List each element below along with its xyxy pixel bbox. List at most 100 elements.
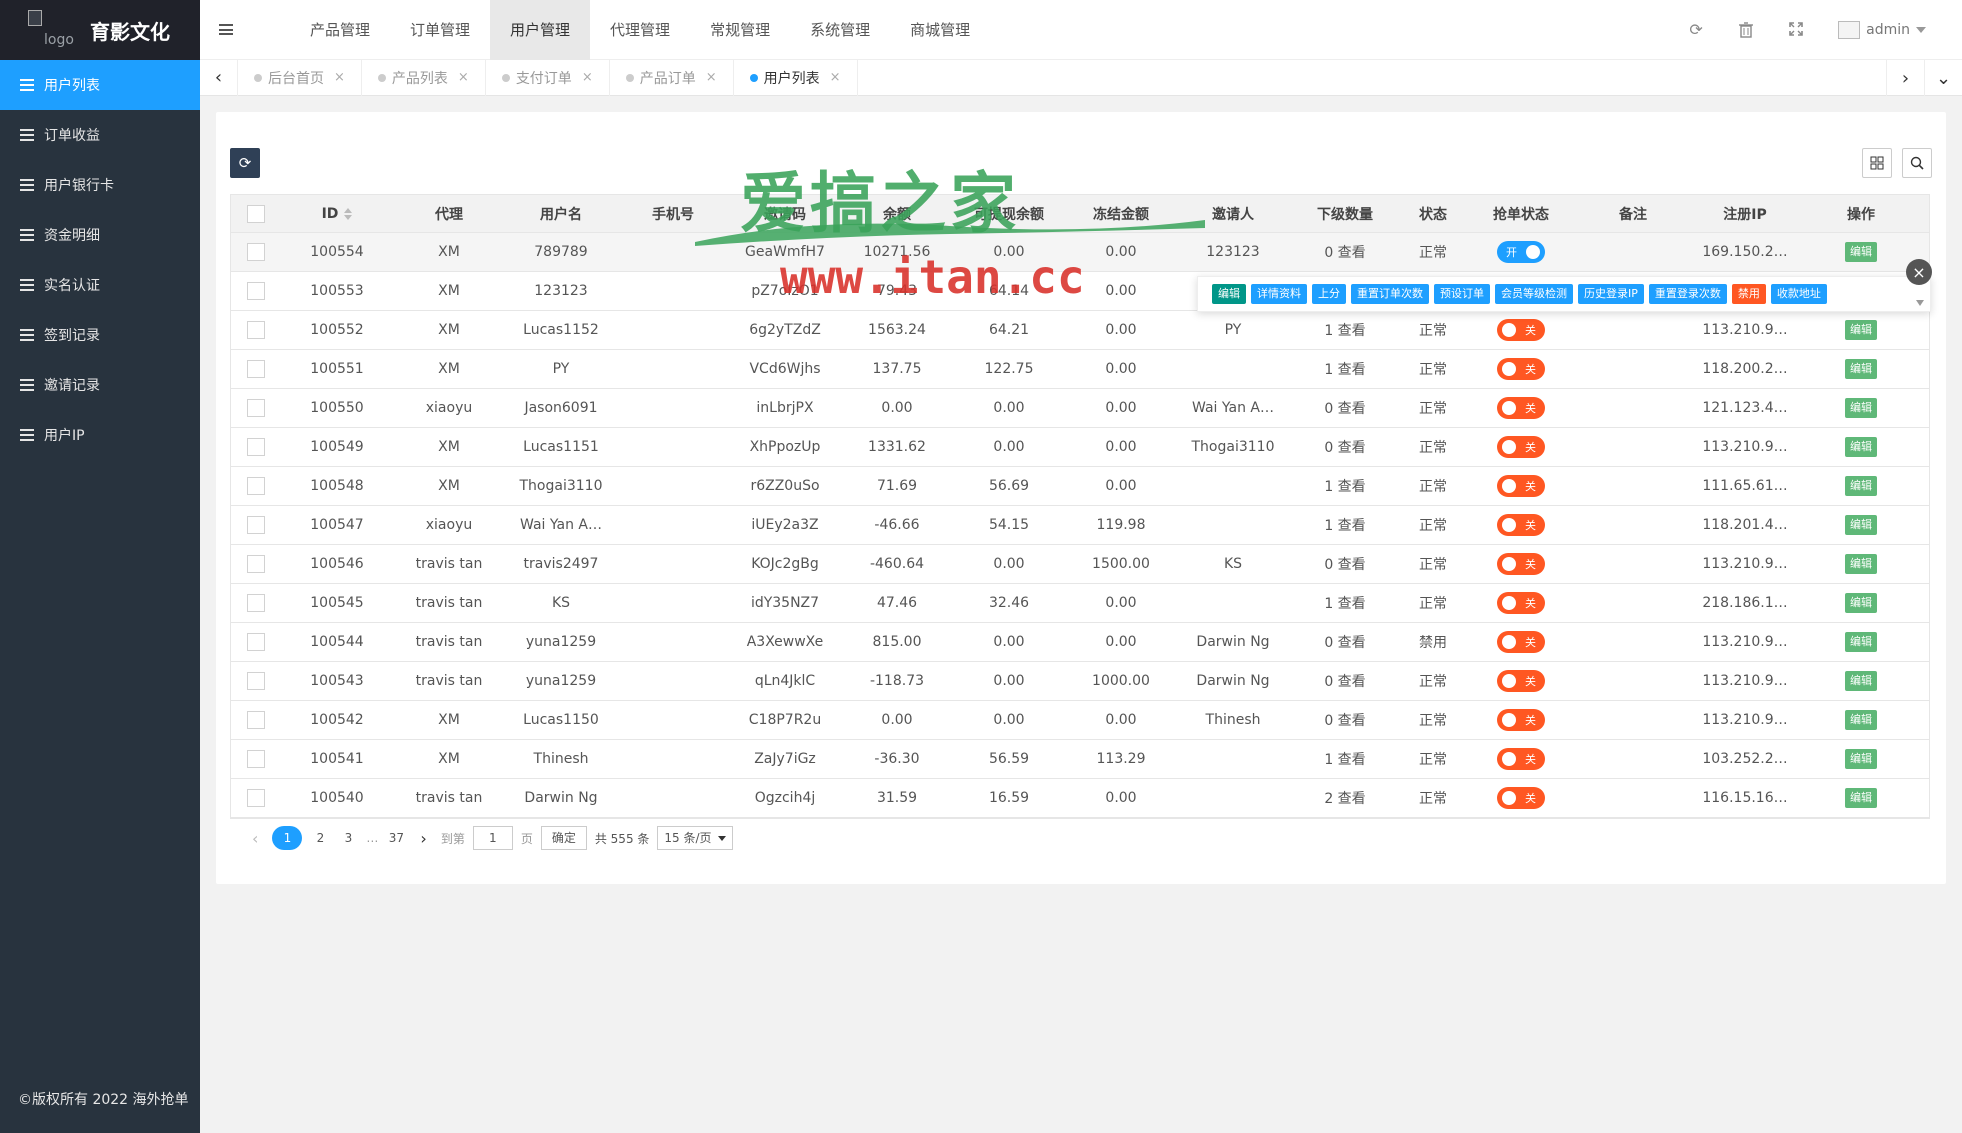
row-checkbox[interactable] [247, 243, 265, 261]
row-checkbox[interactable] [247, 594, 265, 612]
tabs-scroll-right-button[interactable]: › [1886, 60, 1924, 96]
sidebar-item-2[interactable]: 用户银行卡 [0, 160, 200, 210]
sidebar-item-0[interactable]: 用户列表 [0, 60, 200, 110]
grab-status-toggle[interactable]: 关 [1497, 358, 1545, 380]
top-nav-item-0[interactable]: 产品管理 [290, 0, 390, 60]
user-menu[interactable]: admin [1838, 21, 1926, 39]
sidebar-item-5[interactable]: 签到记录 [0, 310, 200, 360]
row-checkbox[interactable] [247, 282, 265, 300]
op-button-5[interactable]: 会员等级检测 [1495, 284, 1573, 304]
menu-toggle-button[interactable] [200, 0, 252, 60]
grab-status-toggle[interactable]: 关 [1497, 397, 1545, 419]
top-nav-item-6[interactable]: 商城管理 [890, 0, 990, 60]
close-icon[interactable]: × [1906, 259, 1932, 285]
row-checkbox[interactable] [247, 672, 265, 690]
edit-button[interactable]: 编辑 [1845, 671, 1877, 691]
row-checkbox[interactable] [247, 321, 265, 339]
cell-text[interactable]: 0 查看 [1324, 635, 1365, 651]
cell-text[interactable]: 1 查看 [1324, 752, 1365, 768]
grab-status-toggle[interactable]: 关 [1497, 631, 1545, 653]
tab-4[interactable]: 用户列表 × [734, 59, 858, 96]
sidebar-item-7[interactable]: 用户IP [0, 410, 200, 460]
op-button-9[interactable]: 收款地址 [1770, 284, 1827, 304]
top-nav-item-3[interactable]: 代理管理 [590, 0, 690, 60]
top-nav-item-1[interactable]: 订单管理 [390, 0, 490, 60]
cell-text[interactable]: 1 查看 [1324, 323, 1365, 339]
row-checkbox[interactable] [247, 555, 265, 573]
grab-status-toggle[interactable]: 关 [1497, 787, 1545, 809]
op-button-8[interactable]: 禁用 [1731, 284, 1766, 304]
op-button-3[interactable]: 重置订单次数 [1351, 284, 1429, 304]
select-all-checkbox[interactable] [247, 204, 265, 223]
edit-button[interactable]: 编辑 [1845, 632, 1877, 652]
fullscreen-icon[interactable] [1788, 22, 1804, 38]
row-checkbox[interactable] [247, 438, 265, 456]
tabs-scroll-left-button[interactable]: ‹ [200, 59, 238, 96]
goto-confirm-button[interactable]: 确定 [540, 826, 587, 850]
top-nav-item-2[interactable]: 用户管理 [490, 0, 591, 60]
edit-button[interactable]: 编辑 [1845, 554, 1877, 574]
grab-status-toggle[interactable]: 关 [1497, 436, 1545, 458]
edit-button[interactable]: 编辑 [1845, 398, 1877, 418]
edit-button[interactable]: 编辑 [1845, 320, 1877, 340]
edit-button[interactable]: 编辑 [1845, 710, 1877, 730]
page-button-1[interactable]: 1 [272, 826, 303, 850]
top-nav-item-4[interactable]: 常规管理 [690, 0, 790, 60]
grab-status-toggle[interactable]: 关 [1497, 319, 1545, 341]
edit-button[interactable]: 编辑 [1845, 515, 1877, 535]
search-button[interactable] [1902, 148, 1932, 178]
sidebar-item-1[interactable]: 订单收益 [0, 110, 200, 160]
trash-icon[interactable] [1738, 22, 1754, 38]
grab-status-toggle[interactable]: 关 [1497, 748, 1545, 770]
row-checkbox[interactable] [247, 750, 265, 768]
row-checkbox[interactable] [247, 477, 265, 495]
op-button-1[interactable]: 详情资料 [1251, 284, 1307, 304]
last-page-button[interactable]: 37 [386, 831, 406, 845]
edit-button[interactable]: 编辑 [1845, 749, 1877, 769]
row-checkbox[interactable] [247, 399, 265, 417]
columns-filter-button[interactable] [1862, 148, 1892, 178]
sidebar-item-6[interactable]: 邀请记录 [0, 360, 200, 410]
op-button-2[interactable]: 上分 [1312, 284, 1346, 304]
grab-status-toggle[interactable]: 关 [1497, 670, 1545, 692]
sidebar-item-4[interactable]: 实名认证 [0, 260, 200, 310]
table-refresh-button[interactable]: ⟳ [230, 148, 260, 178]
goto-page-input[interactable]: 1 [472, 826, 513, 850]
column-header-id[interactable]: ID [281, 206, 393, 222]
grab-status-toggle[interactable]: 关 [1497, 475, 1545, 497]
edit-button[interactable]: 编辑 [1845, 359, 1877, 379]
page-size-select[interactable]: 15 条/页 [657, 826, 733, 850]
row-checkbox[interactable] [247, 711, 265, 729]
edit-button[interactable]: 编辑 [1845, 788, 1877, 808]
cell-text[interactable]: 1 查看 [1324, 518, 1365, 534]
grab-status-toggle[interactable]: 开 [1497, 241, 1545, 263]
sidebar-item-3[interactable]: 资金明细 [0, 210, 200, 260]
close-icon[interactable]: × [706, 70, 717, 85]
refresh-icon[interactable]: ⟳ [1688, 22, 1704, 38]
row-checkbox[interactable] [247, 516, 265, 534]
edit-button[interactable]: 编辑 [1845, 593, 1877, 613]
cell-text[interactable]: 0 查看 [1324, 401, 1365, 417]
grab-status-toggle[interactable]: 关 [1497, 709, 1545, 731]
tab-0[interactable]: 后台首页 × [238, 59, 362, 96]
cell-text[interactable]: 2 查看 [1324, 791, 1365, 807]
row-checkbox[interactable] [247, 360, 265, 378]
sort-icon[interactable] [344, 207, 353, 220]
row-checkbox[interactable] [247, 789, 265, 807]
tab-1[interactable]: 产品列表 × [362, 59, 486, 96]
cell-text[interactable]: 1 查看 [1324, 479, 1365, 495]
cell-text[interactable]: 0 查看 [1324, 557, 1365, 573]
page-button-2[interactable]: 2 [310, 831, 330, 845]
tab-2[interactable]: 支付订单 × [486, 59, 610, 96]
op-button-0[interactable]: 编辑 [1212, 284, 1246, 304]
grab-status-toggle[interactable]: 关 [1497, 592, 1545, 614]
grab-status-toggle[interactable]: 关 [1497, 514, 1545, 536]
edit-button[interactable]: 编辑 [1845, 242, 1877, 262]
grab-status-toggle[interactable]: 关 [1497, 553, 1545, 575]
op-button-4[interactable]: 预设订单 [1434, 284, 1490, 304]
cell-text[interactable]: 0 查看 [1324, 713, 1365, 729]
next-page-button[interactable]: › [414, 829, 432, 848]
top-nav-item-5[interactable]: 系统管理 [790, 0, 890, 60]
op-button-6[interactable]: 历史登录IP [1578, 284, 1644, 304]
cell-text[interactable]: 1 查看 [1324, 596, 1365, 612]
